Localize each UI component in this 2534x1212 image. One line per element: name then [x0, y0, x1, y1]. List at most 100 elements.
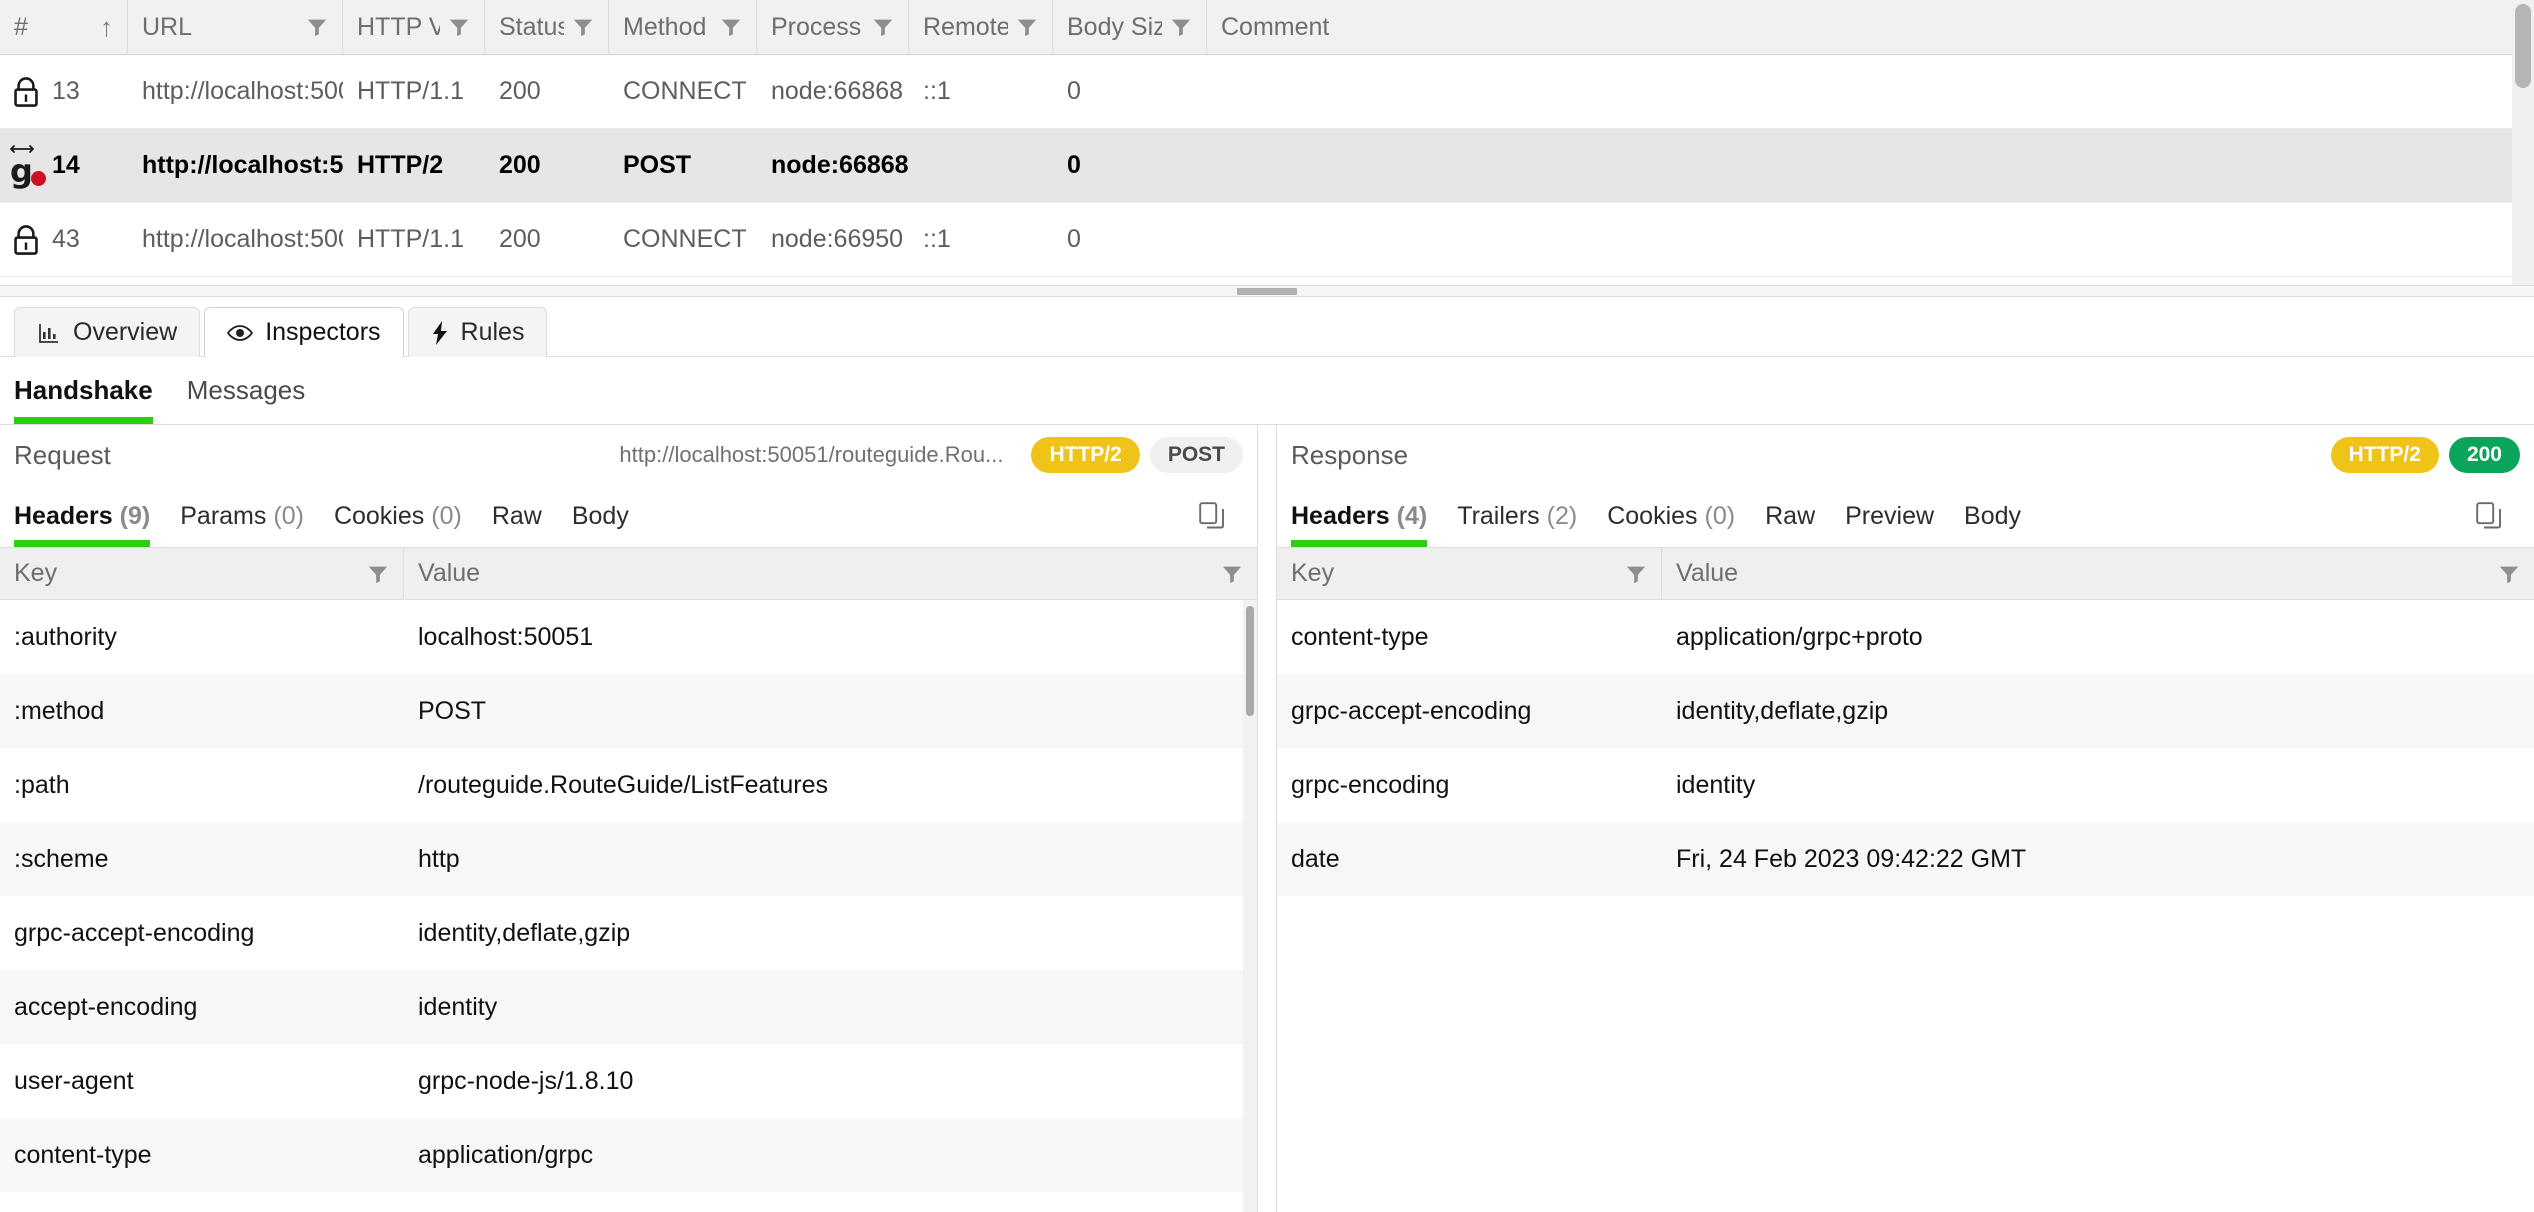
filter-icon[interactable]	[1016, 16, 1038, 38]
row-remote-ip: ::1	[923, 77, 951, 105]
vertical-splitter[interactable]	[1257, 425, 1277, 1212]
filter-icon[interactable]	[2498, 563, 2520, 585]
request-header-key: :method	[14, 696, 105, 725]
response-tab-preview[interactable]: Preview	[1845, 485, 1934, 547]
request-header-value: POST	[418, 696, 487, 725]
request-col-key[interactable]: Key	[0, 548, 404, 599]
table-row[interactable]: content-type application/grpc	[0, 1118, 1243, 1192]
request-tab-params[interactable]: Params (0)	[180, 485, 304, 547]
copy-icon[interactable]	[2476, 502, 2520, 530]
session-grid-col-url[interactable]: URL	[128, 0, 343, 54]
tab-label: Body	[571, 501, 629, 530]
table-row[interactable]: grpc-encoding identity	[1277, 748, 2534, 822]
request-tab-body[interactable]: Body	[572, 485, 629, 547]
request-headers-scrollbar-thumb[interactable]	[1246, 606, 1254, 716]
table-row[interactable]: grpc-accept-encoding identity,deflate,gzi…	[0, 896, 1243, 970]
tab-label: Headers	[14, 501, 113, 530]
session-grid-col-comment[interactable]: Comment	[1207, 0, 2534, 54]
request-header-key: accept-encoding	[14, 992, 198, 1021]
splitter-handle[interactable]	[1237, 288, 1297, 295]
tab-label: Rules	[460, 318, 525, 346]
row-comment	[1207, 129, 2534, 202]
lightning-bolt-icon	[431, 320, 449, 346]
table-row[interactable]: user-agent grpc-node-js/1.8.10	[0, 1044, 1243, 1118]
filter-icon[interactable]	[367, 563, 389, 585]
request-header-key: user-agent	[14, 1066, 134, 1095]
tab-count: (0)	[431, 501, 462, 530]
tab-label: Headers	[1291, 501, 1390, 530]
filter-icon[interactable]	[1625, 563, 1647, 585]
response-col-value[interactable]: Value	[1662, 548, 2534, 599]
response-tab-headers[interactable]: Headers (4)	[1291, 485, 1428, 547]
response-tab-cookies[interactable]: Cookies (0)	[1607, 485, 1735, 547]
table-row[interactable]: tetrailers	[0, 1192, 1243, 1212]
filter-icon[interactable]	[306, 16, 328, 38]
filter-icon[interactable]	[1170, 16, 1192, 38]
request-tab-raw[interactable]: Raw	[492, 485, 542, 547]
table-row[interactable]: g44http://localhost:50051/ro...HTTP/2200…	[0, 277, 2534, 285]
response-header-value: identity	[1676, 770, 1756, 799]
tab-rules[interactable]: Rules	[407, 307, 548, 357]
sub-tab-handshake[interactable]: Handshake	[14, 357, 153, 424]
table-row[interactable]: :authority localhost:50051	[0, 600, 1243, 674]
session-grid-col-body-size[interactable]: Body Size	[1053, 0, 1207, 54]
response-tab-trailers[interactable]: Trailers (2)	[1457, 485, 1577, 547]
tab-count: (4)	[1396, 501, 1428, 530]
sub-tab-messages[interactable]: Messages	[187, 357, 306, 424]
response-tab-raw[interactable]: Raw	[1765, 485, 1815, 547]
session-grid-col-method[interactable]: Method	[609, 0, 757, 54]
row-url: http://localhost:50051	[142, 225, 343, 253]
session-grid-col-http-version[interactable]: HTTP Version	[343, 0, 485, 54]
grpc-icon: g	[0, 144, 52, 187]
row-url: http://localhost:50051/ro...	[128, 277, 343, 285]
filter-icon[interactable]	[572, 16, 594, 38]
horizontal-splitter[interactable]	[0, 285, 2534, 297]
session-grid-scrollbar-thumb[interactable]	[2515, 4, 2531, 88]
copy-icon[interactable]	[1199, 502, 1243, 530]
filter-icon[interactable]	[720, 16, 742, 38]
table-row[interactable]: content-type application/grpc+proto	[1277, 600, 2534, 674]
tab-label: Preview	[1845, 501, 1935, 530]
tab-overview[interactable]: Overview	[14, 307, 201, 357]
response-protocol-badge: HTTP/2	[2330, 437, 2439, 473]
table-row[interactable]: :path/routeguide.RouteGuide/ListFeatures	[0, 748, 1243, 822]
session-grid-col-status-code[interactable]: Status Code	[485, 0, 609, 54]
table-row[interactable]: g14 http://localhost:50051/ro... HTTP/2 200…	[0, 129, 2534, 203]
table-row[interactable]: 13 http://localhost:50051 HTTP/1.1 200 CONNE…	[0, 55, 2534, 129]
column-label: Remote IP	[923, 12, 1008, 41]
table-row[interactable]: 43 http://localhost:50051 HTTP/1.1 200 CONNE…	[0, 203, 2534, 277]
session-grid-col-[interactable]: # ↑	[0, 0, 128, 54]
filter-icon[interactable]	[448, 16, 470, 38]
sub-tab-label: Handshake	[14, 375, 153, 405]
sort-ascending-icon[interactable]: ↑	[100, 12, 113, 43]
app-root: #↑URLHTTP VersionStatus CodeMethodProces…	[0, 0, 2534, 1212]
table-row[interactable]: :method POST	[0, 674, 1243, 748]
response-headers-table: Key Value content-type application/grpc+p…	[1277, 547, 2534, 1212]
tab-inspectors[interactable]: Inspectors	[204, 307, 404, 357]
table-row[interactable]: date Fri, 24 Feb 2023 09:42:22 GMT	[1277, 822, 2534, 896]
request-col-value[interactable]: Value	[404, 548, 1257, 599]
row-url: http://localhost:50051	[142, 77, 343, 105]
filter-icon[interactable]	[872, 16, 894, 38]
table-row[interactable]: grpc-accept-encoding identity,deflate,gzi…	[1277, 674, 2534, 748]
table-row[interactable]: accept-encoding identity	[0, 970, 1243, 1044]
table-row[interactable]: :scheme http	[0, 822, 1243, 896]
session-grid-col-remote-ip[interactable]: Remote IP	[909, 0, 1053, 54]
column-label: Body Size	[1067, 12, 1162, 41]
session-grid-col-process[interactable]: Process	[757, 0, 909, 54]
session-grid-scrollbar[interactable]	[2512, 0, 2534, 285]
request-tab-cookies[interactable]: Cookies (0)	[334, 485, 462, 547]
chart-bars-icon	[37, 321, 61, 345]
response-header-key: content-type	[1291, 622, 1429, 651]
tab-count: (9)	[119, 501, 151, 530]
response-tab-body[interactable]: Body	[1964, 485, 2021, 547]
request-headers-scrollbar[interactable]	[1243, 600, 1257, 1212]
tab-label: Cookies	[333, 501, 425, 530]
request-header-value: localhost:50051	[418, 622, 594, 651]
filter-icon[interactable]	[1221, 563, 1243, 585]
response-col-value-label: Value	[1676, 559, 1739, 587]
response-panel-header: Response HTTP/2 200	[1277, 425, 2534, 485]
response-col-key[interactable]: Key	[1277, 548, 1662, 599]
request-tab-headers[interactable]: Headers (9)	[14, 485, 151, 547]
request-panel: Request http://localhost:50051/routeguid…	[0, 425, 1257, 1212]
